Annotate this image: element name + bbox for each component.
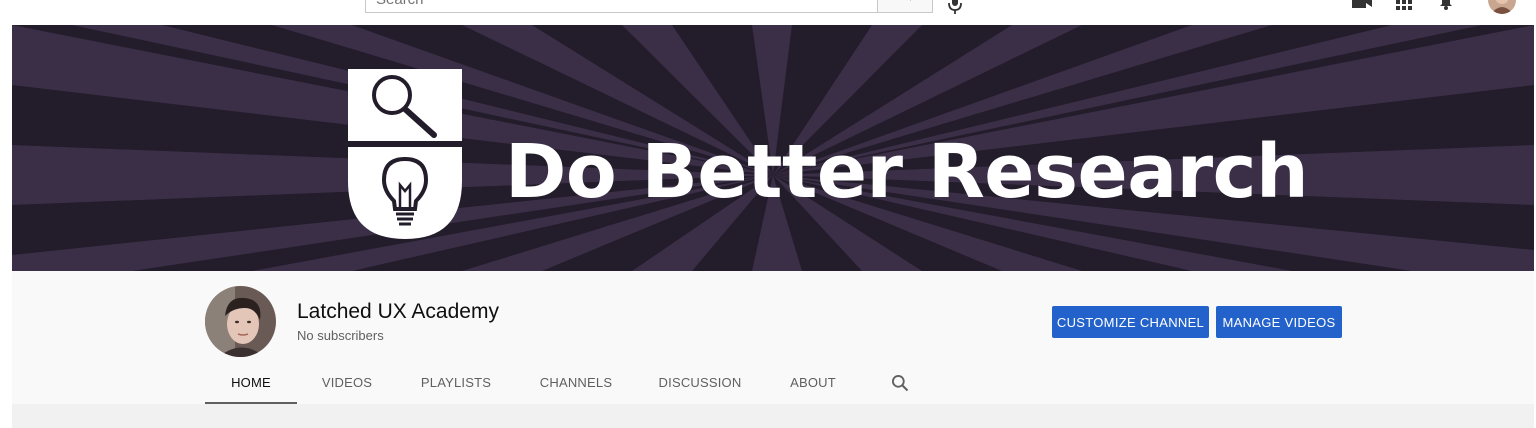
tab-about[interactable]: ABOUT (763, 361, 863, 404)
banner-logo-shield (348, 69, 462, 244)
channel-banner: Do Better Research (12, 25, 1534, 271)
masthead-actions (1350, 0, 1516, 14)
search-icon (896, 0, 914, 8)
banner-title: Do Better Research (505, 129, 1309, 215)
search-input[interactable] (365, 0, 877, 13)
channel-avatar[interactable] (205, 286, 276, 357)
channel-search-button[interactable] (890, 373, 910, 398)
create-video-button[interactable] (1350, 0, 1374, 14)
subscriber-count: No subscribers (297, 328, 384, 343)
create-video-icon (1352, 0, 1372, 15)
tab-channels[interactable]: CHANNELS (515, 361, 637, 404)
voice-search-button[interactable] (946, 0, 964, 21)
channel-header: Latched UX Academy No subscribers CUSTOM… (12, 271, 1534, 404)
tab-playlists[interactable]: PLAYLISTS (397, 361, 515, 404)
manage-videos-button[interactable]: MANAGE VIDEOS (1216, 306, 1342, 338)
channel-tabs: HOME VIDEOS PLAYLISTS CHANNELS DISCUSSIO… (205, 361, 863, 404)
tab-home[interactable]: HOME (205, 361, 297, 404)
search-button[interactable] (877, 0, 933, 13)
search-box (365, 0, 933, 13)
channel-name: Latched UX Academy (297, 300, 499, 323)
search-icon (890, 375, 910, 397)
apps-grid-icon (1396, 0, 1412, 15)
youtube-channel-page: Do Better Research Latched UX Academy No… (0, 0, 1536, 428)
tab-discussion[interactable]: DISCUSSION (637, 361, 763, 404)
customize-channel-button[interactable]: CUSTOMIZE CHANNEL (1052, 306, 1209, 338)
microphone-icon (946, 0, 964, 20)
apps-button[interactable] (1392, 0, 1416, 14)
masthead (0, 0, 1536, 25)
notifications-bell-icon (1438, 0, 1454, 15)
content-area (12, 404, 1534, 428)
tab-videos[interactable]: VIDEOS (297, 361, 397, 404)
notifications-button[interactable] (1434, 0, 1458, 14)
account-avatar[interactable] (1488, 0, 1516, 14)
